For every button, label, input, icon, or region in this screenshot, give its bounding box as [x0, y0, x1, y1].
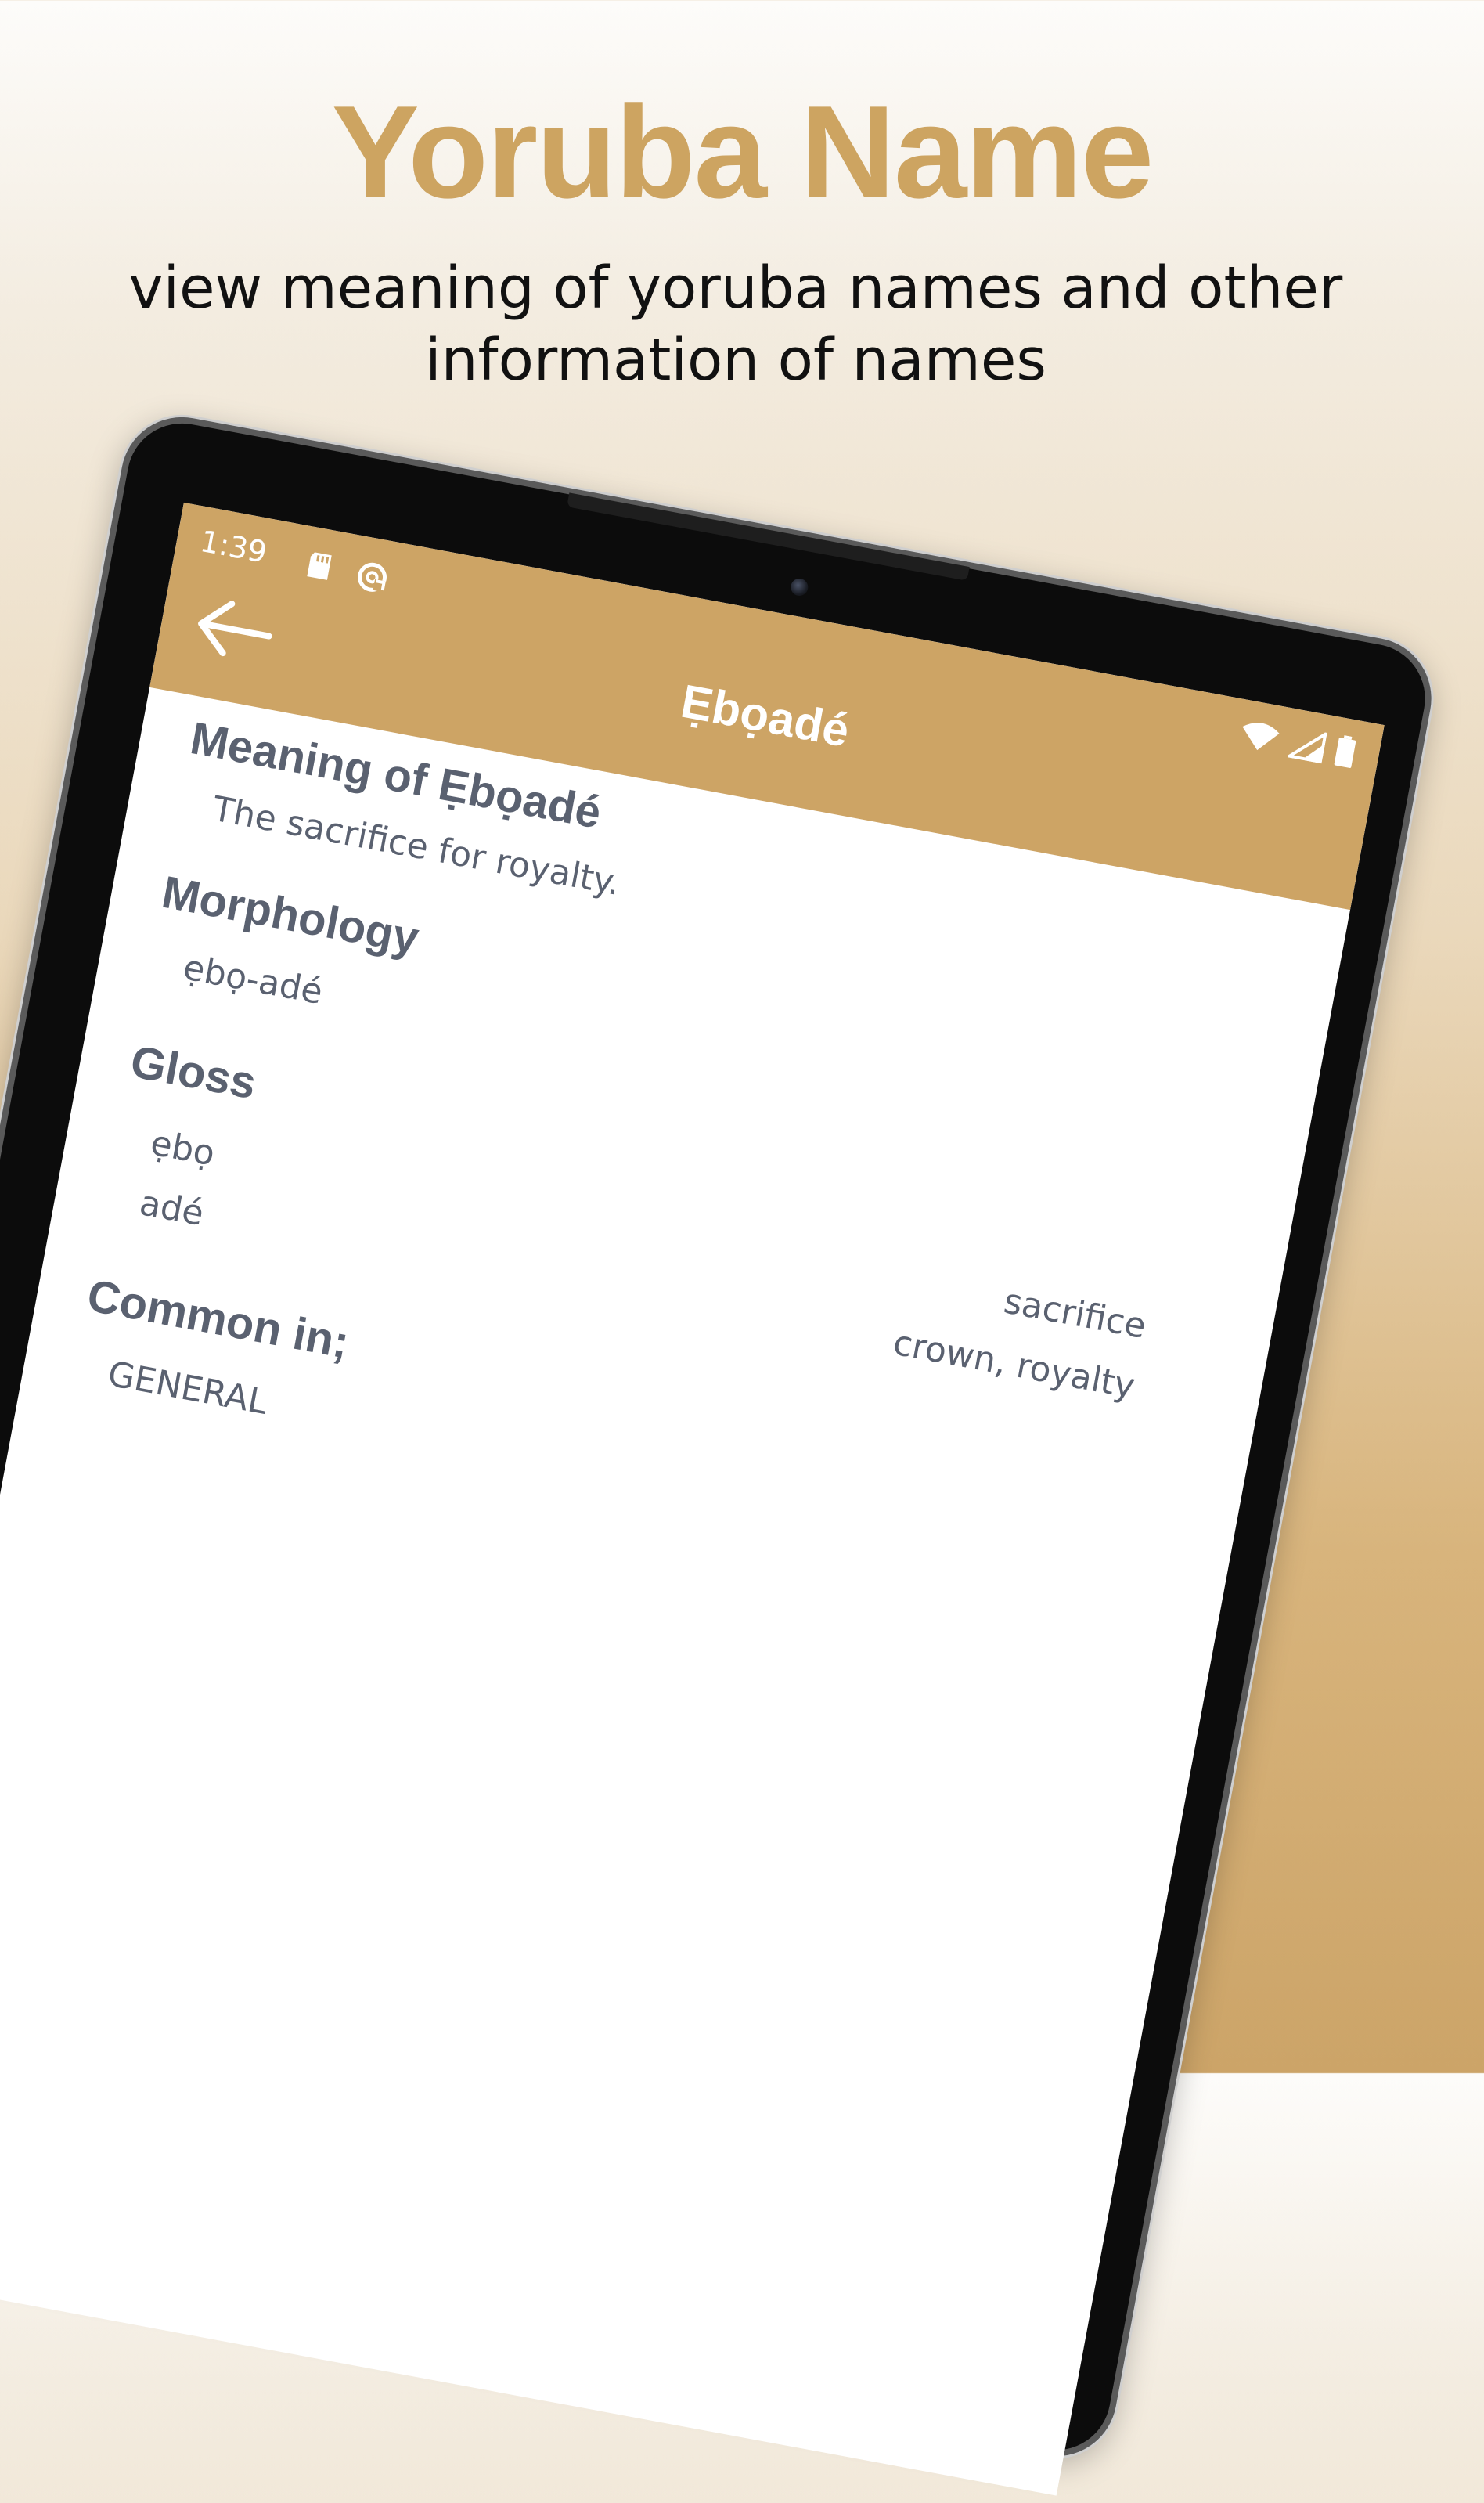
promo-title: Yoruba Name — [331, 78, 1154, 225]
front-camera-icon — [789, 577, 810, 597]
battery-icon — [1331, 734, 1358, 774]
tablet-device: 1:39 Ẹbọadé Meaning of Ẹbọadé The sacrif… — [0, 407, 1442, 2496]
sync-icon — [352, 557, 392, 597]
promo-subtitle: view meaning of yoruba names and other i… — [128, 254, 1343, 394]
sd-card-icon — [304, 550, 335, 582]
tablet-frame: 1:39 Ẹbọadé Meaning of Ẹbọadé The sacrif… — [0, 407, 1442, 2496]
wifi-icon — [1236, 717, 1282, 759]
status-time: 1:39 — [197, 523, 270, 570]
app-screen: 1:39 Ẹbọadé Meaning of Ẹbọadé The sacrif… — [0, 502, 1385, 2496]
tablet-notch — [567, 492, 970, 581]
cell-signal-icon — [1285, 727, 1328, 767]
gloss-term-1: ẹbọ — [147, 1123, 218, 1174]
status-icons — [1236, 716, 1358, 774]
gloss-term-2: adé — [136, 1183, 207, 1235]
gloss-heading: Gloss — [126, 1036, 261, 1109]
morphology-text: ẹbọ-adé — [180, 947, 326, 1013]
common-in-text: GENERAL — [104, 1354, 271, 1423]
name-details: Meaning of Ẹbọadé The sacrifice for roya… — [0, 687, 1350, 2496]
gloss-meaning-1: sacrifice — [1000, 1281, 1150, 1347]
common-in-heading: Common in; — [83, 1270, 353, 1369]
